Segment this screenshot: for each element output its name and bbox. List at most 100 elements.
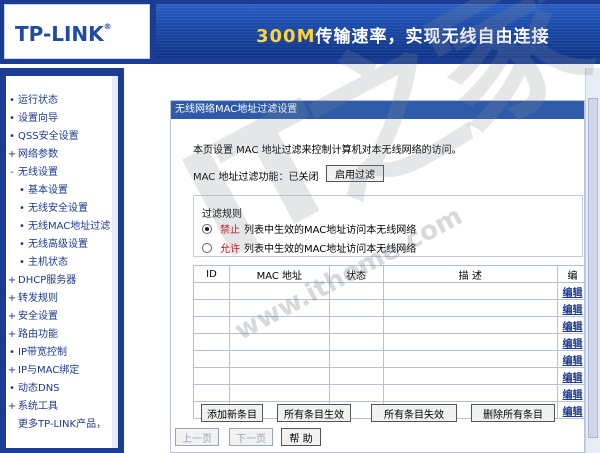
table-cell [228,333,330,351]
sidebar-item[interactable]: + 路由功能 [6,326,118,344]
sidebar-item[interactable]: • QSS安全设置 [6,128,118,146]
sidebar-item[interactable]: + 转发规则 [6,290,118,308]
sidebar-item-label: 设置向导 [18,113,58,124]
table-cell: 编辑 [557,384,584,402]
edit-link[interactable]: 编辑 [563,288,583,299]
rule-allow-option[interactable]: 允许 列表中生效的MAC地址访问本无线网络 [202,240,416,255]
menu-bullet-icon: • [9,131,15,142]
table-cell: 编辑 [557,401,584,419]
table-cell: 编辑 [557,367,584,385]
content-scrollbar[interactable] [585,68,600,453]
table-row: 编辑 [193,333,584,351]
sidebar-item[interactable]: • 主机状态 [6,254,118,272]
sidebar-scrollbar[interactable] [112,76,118,448]
sidebar-item[interactable]: + IP与MAC绑定 [6,362,118,380]
menu-bullet-icon: + [7,275,17,286]
menu-bullet-icon: - [10,167,14,178]
table-cell: 编辑 [557,316,584,334]
edit-link[interactable]: 编辑 [563,373,583,384]
table-cell [193,333,230,351]
banner-number: 300M [256,26,316,47]
panel-title: 无线网络MAC地址过滤设置 [171,101,584,119]
delete-all-button[interactable]: 删除所有条目 [471,404,555,422]
table-header-row: ID MAC 地址 状态 描 述 编 [193,265,584,283]
table-cell [382,299,559,317]
logo-registered-mark: ® [103,22,112,31]
edit-link[interactable]: 编辑 [563,339,583,350]
enable-all-button[interactable]: 所有条目生效 [277,404,351,422]
help-button[interactable]: 帮 助 [281,428,321,446]
table-cell [382,333,559,351]
edit-link[interactable]: 编辑 [563,407,583,418]
table-cell [328,333,384,351]
sidebar-item[interactable]: - 无线设置 [6,164,118,182]
disable-all-button[interactable]: 所有条目失效 [371,404,457,422]
table-row: 编辑 [193,299,584,317]
next-page-button[interactable]: 下一页 [229,428,273,446]
table-cell [193,367,230,385]
col-edit: 编 [557,265,584,283]
menu-bullet-icon: • [19,239,25,250]
sidebar-item-label: IP带宽控制 [18,347,67,358]
table-cell [193,299,230,317]
table-cell [228,299,330,317]
sidebar-item[interactable]: + DHCP服务器 [6,272,118,290]
sidebar-item[interactable]: • 动态DNS [6,380,118,398]
filter-rules-group: 过滤规则 禁止 列表中生效的MAC地址访问本无线网络 允许 列表中生效的MAC地… [193,195,583,257]
table-cell [382,384,559,402]
radio-deny[interactable] [202,223,212,234]
sidebar-item[interactable]: 更多TP-LINK产品， [6,416,118,434]
edit-link[interactable]: 编辑 [563,356,583,367]
sidebar-item[interactable]: • 无线MAC地址过滤 [6,218,118,236]
banner-slogan: 传输速率，实现无线自由连接 [315,27,550,47]
sidebar-item[interactable]: + 网络参数 [6,146,118,164]
rule-allow-text: 列表中生效的MAC地址访问本无线网络 [244,244,417,255]
table-cell [382,316,559,334]
rule-deny-option[interactable]: 禁止 列表中生效的MAC地址访问本无线网络 [202,221,416,236]
sidebar-item[interactable]: + 系统工具 [6,398,118,416]
table-cell: 编辑 [557,350,584,368]
sidebar-item-label: 动态DNS [18,383,60,394]
sidebar-item[interactable]: + 安全设置 [6,308,118,326]
table-cell [382,282,559,300]
table-cell [193,282,230,300]
add-entry-button[interactable]: 添加新条目 [201,404,263,422]
menu-bullet-icon: • [19,221,25,232]
radio-allow[interactable] [202,242,212,253]
rule-deny-text: 列表中生效的MAC地址访问本无线网络 [244,225,417,236]
sidebar-item[interactable]: • 设置向导 [6,110,118,128]
edit-link[interactable]: 编辑 [563,322,583,333]
edit-link[interactable]: 编辑 [563,305,583,316]
sidebar-item[interactable]: • 运行状态 [6,92,118,110]
sidebar-item[interactable]: • 无线高级设置 [6,236,118,254]
logo-text: TP-LINK [15,22,104,46]
sidebar-item[interactable]: • IP带宽控制 [6,344,118,362]
edit-link[interactable]: 编辑 [563,390,583,401]
enable-filter-button[interactable]: 启用过滤 [326,165,384,182]
table-cell [328,367,384,385]
table-cell [328,282,384,300]
table-row: 编辑 [193,350,584,368]
rule-allow-keyword: 允许 [220,244,240,255]
prev-page-button[interactable]: 上一页 [175,428,219,446]
filter-rules-title: 过滤规则 [202,209,242,220]
table-cell [228,384,330,402]
menu-bullet-icon: + [7,365,17,376]
table-cell [193,384,230,402]
menu-bullet-icon: • [9,347,15,358]
table-cell [328,299,384,317]
rule-deny-keyword: 禁止 [220,225,240,236]
menu-bullet-icon: • [19,203,25,214]
menu-bullet-icon: + [7,293,17,304]
sidebar-item[interactable]: • 基本设置 [6,182,118,200]
table-cell: 编辑 [557,299,584,317]
menu-bullet-icon: • [9,95,15,106]
sidebar: • 运行状态 • 设置向导 • QSS安全设置 + 网络参数 - 无线设置 • 基本设置 • 无线安全设置… [0,68,124,453]
scrollbar-thumb[interactable] [588,98,598,438]
menu-bullet-icon: • [9,113,15,124]
sidebar-item[interactable]: • 无线安全设置 [6,200,118,218]
menu-bullet-icon: + [7,401,17,412]
sidebar-item-label: 无线高级设置 [28,239,88,250]
table-cell [328,384,384,402]
col-id: ID [193,265,230,283]
